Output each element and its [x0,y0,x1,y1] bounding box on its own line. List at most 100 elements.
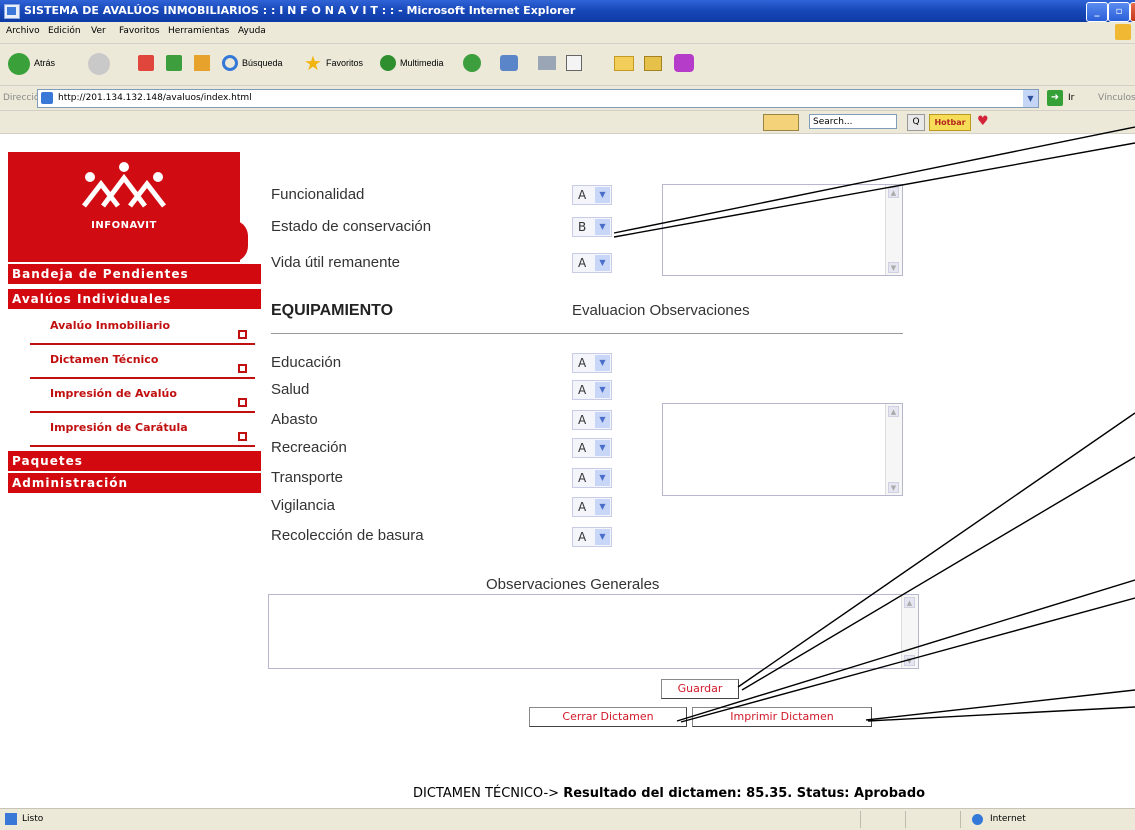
maximize-button[interactable]: ▫ [1108,2,1130,22]
select-vida-util-remanente[interactable]: A ▼ [572,253,612,273]
folder-button[interactable] [614,52,634,76]
menu-ver[interactable]: Ver [91,26,106,36]
search-button[interactable]: Búsqueda [222,52,300,76]
label-estado-de-conservacion: Estado de conservación [271,218,432,235]
infonavit-houses-icon [82,162,166,208]
forward-arrow-icon [88,53,110,75]
nav-sub-avaluo-inmobiliario[interactable]: Avalúo Inmobiliario [30,311,255,345]
imprimir-dictamen-button[interactable]: Imprimir Dictamen [692,707,872,727]
observaciones-generales-textarea[interactable]: ▲ ▼ [268,594,919,669]
select-estado-de-conservacion[interactable]: B ▼ [572,217,612,237]
scroll-up-icon[interactable]: ▲ [888,187,899,198]
stop-button[interactable] [136,52,156,76]
scroll-up-icon[interactable]: ▲ [888,406,899,417]
chevron-down-icon: ▼ [595,529,610,545]
ie-window-icon [4,4,20,19]
menu-archivo[interactable]: Archivo [6,26,40,36]
heart-icon[interactable]: ♥ [977,114,989,129]
history-button[interactable] [462,52,482,76]
window-icon [644,56,662,71]
media-button[interactable]: Multimedia [380,52,456,76]
search-toolbar: Search... Q Hotbar ♥ [0,111,1135,134]
menu-bar: Archivo Edición Ver Favoritos Herramient… [0,22,1135,44]
label-observaciones-generales: Observaciones Generales [486,576,660,593]
nav-sub-impresion-de-caratula[interactable]: Impresión de Carátula [30,413,255,447]
label-transporte: Transporte [271,469,343,486]
select-funcionalidad[interactable]: A ▼ [572,185,612,205]
status-separator [905,811,906,828]
scroll-down-icon[interactable]: ▼ [904,655,915,666]
menu-favoritos[interactable]: Favoritos [119,26,160,36]
status-text: Listo [22,814,44,824]
go-button[interactable]: Ir [1068,93,1074,103]
submenu-arrow-icon [238,432,247,441]
menu-edicion[interactable]: Edición [48,26,81,36]
select-recreacion[interactable]: A ▼ [572,438,612,458]
nav-sub-dictamen-tecnico[interactable]: Dictamen Técnico [30,345,255,379]
internet-globe-icon [972,814,983,825]
address-dropdown-icon[interactable]: ▼ [1023,90,1038,107]
select-transporte[interactable]: A ▼ [572,468,612,488]
back-arrow-icon [8,53,30,75]
close-button[interactable] [1130,2,1135,22]
scrollbar[interactable]: ▲ ▼ [901,595,918,668]
toolbar-search-icon[interactable]: Q [907,114,925,131]
messenger-button[interactable] [644,52,664,76]
select-salud[interactable]: A ▼ [572,380,612,400]
label-educacion: Educación [271,354,342,371]
back-button[interactable]: Atrás [8,52,68,76]
favorites-button[interactable]: ★ Favoritos [304,52,376,76]
home-button[interactable] [192,52,212,76]
chevron-down-icon: ▼ [595,255,610,271]
scroll-up-icon[interactable]: ▲ [904,597,915,608]
scrollbar[interactable]: ▲ ▼ [885,185,902,275]
select-recoleccion-de-basura[interactable]: A ▼ [572,527,612,547]
menu-ayuda[interactable]: Ayuda [238,26,266,36]
chevron-down-icon: ▼ [595,412,610,428]
chevron-down-icon: ▼ [595,355,610,371]
print-button[interactable] [538,52,558,76]
nav-bandeja-de-pendientes[interactable]: Bandeja de Pendientes [8,264,261,284]
submenu-arrow-icon [238,398,247,407]
nav-avaluos-individuales[interactable]: Avalúos Individuales [8,289,261,309]
scrollbar[interactable]: ▲ ▼ [885,404,902,495]
links-label[interactable]: Vínculos [1098,93,1135,103]
guardar-button[interactable]: Guardar [661,679,739,699]
mail-button[interactable] [500,52,530,76]
scroll-down-icon[interactable]: ▼ [888,482,899,493]
chevron-down-icon: ▼ [595,382,610,398]
address-input[interactable]: http://201.134.132.148/avaluos/index.htm… [37,89,1039,108]
go-arrow-icon[interactable]: ➜ [1047,90,1063,106]
result-text: Resultado del dictamen: 85.35. Status: A… [563,786,926,801]
menu-herramientas[interactable]: Herramientas [168,26,229,36]
cerrar-dictamen-button[interactable]: Cerrar Dictamen [529,707,687,727]
observaciones-textarea-1[interactable]: ▲ ▼ [662,184,903,276]
nav-administracion[interactable]: Administración [8,473,261,493]
section-divider [271,333,903,334]
printer-icon [538,56,556,70]
infonavit-logo: INFONAVIT [8,152,240,262]
observaciones-textarea-2[interactable]: ▲ ▼ [662,403,903,496]
toolbar-search-input[interactable]: Search... [809,114,897,129]
toolbar-mail-icon[interactable] [763,114,799,131]
hotbar-button[interactable]: Hotbar [929,114,971,131]
scroll-down-icon[interactable]: ▼ [888,262,899,273]
chevron-down-icon: ▼ [595,499,610,515]
addon-button[interactable] [674,52,694,76]
nav-paquetes[interactable]: Paquetes [8,451,261,471]
minimize-button[interactable]: _ [1086,2,1108,22]
select-vigilancia[interactable]: A ▼ [572,497,612,517]
section-title-equipamiento: EQUIPAMIENTO [271,302,394,319]
select-abasto[interactable]: A ▼ [572,410,612,430]
forward-button[interactable] [88,52,118,76]
mail-icon [500,55,518,71]
logo-text: INFONAVIT [91,220,157,231]
edit-button[interactable] [566,52,596,76]
label-abasto: Abasto [271,411,318,428]
refresh-button[interactable] [164,52,184,76]
page-status-icon [5,813,17,825]
nav-sub-impresion-de-avaluo[interactable]: Impresión de Avalúo [30,379,255,413]
address-bar: Dirección http://201.134.132.148/avaluos… [0,86,1135,111]
windows-logo-icon [1115,24,1131,40]
select-educacion[interactable]: A ▼ [572,353,612,373]
